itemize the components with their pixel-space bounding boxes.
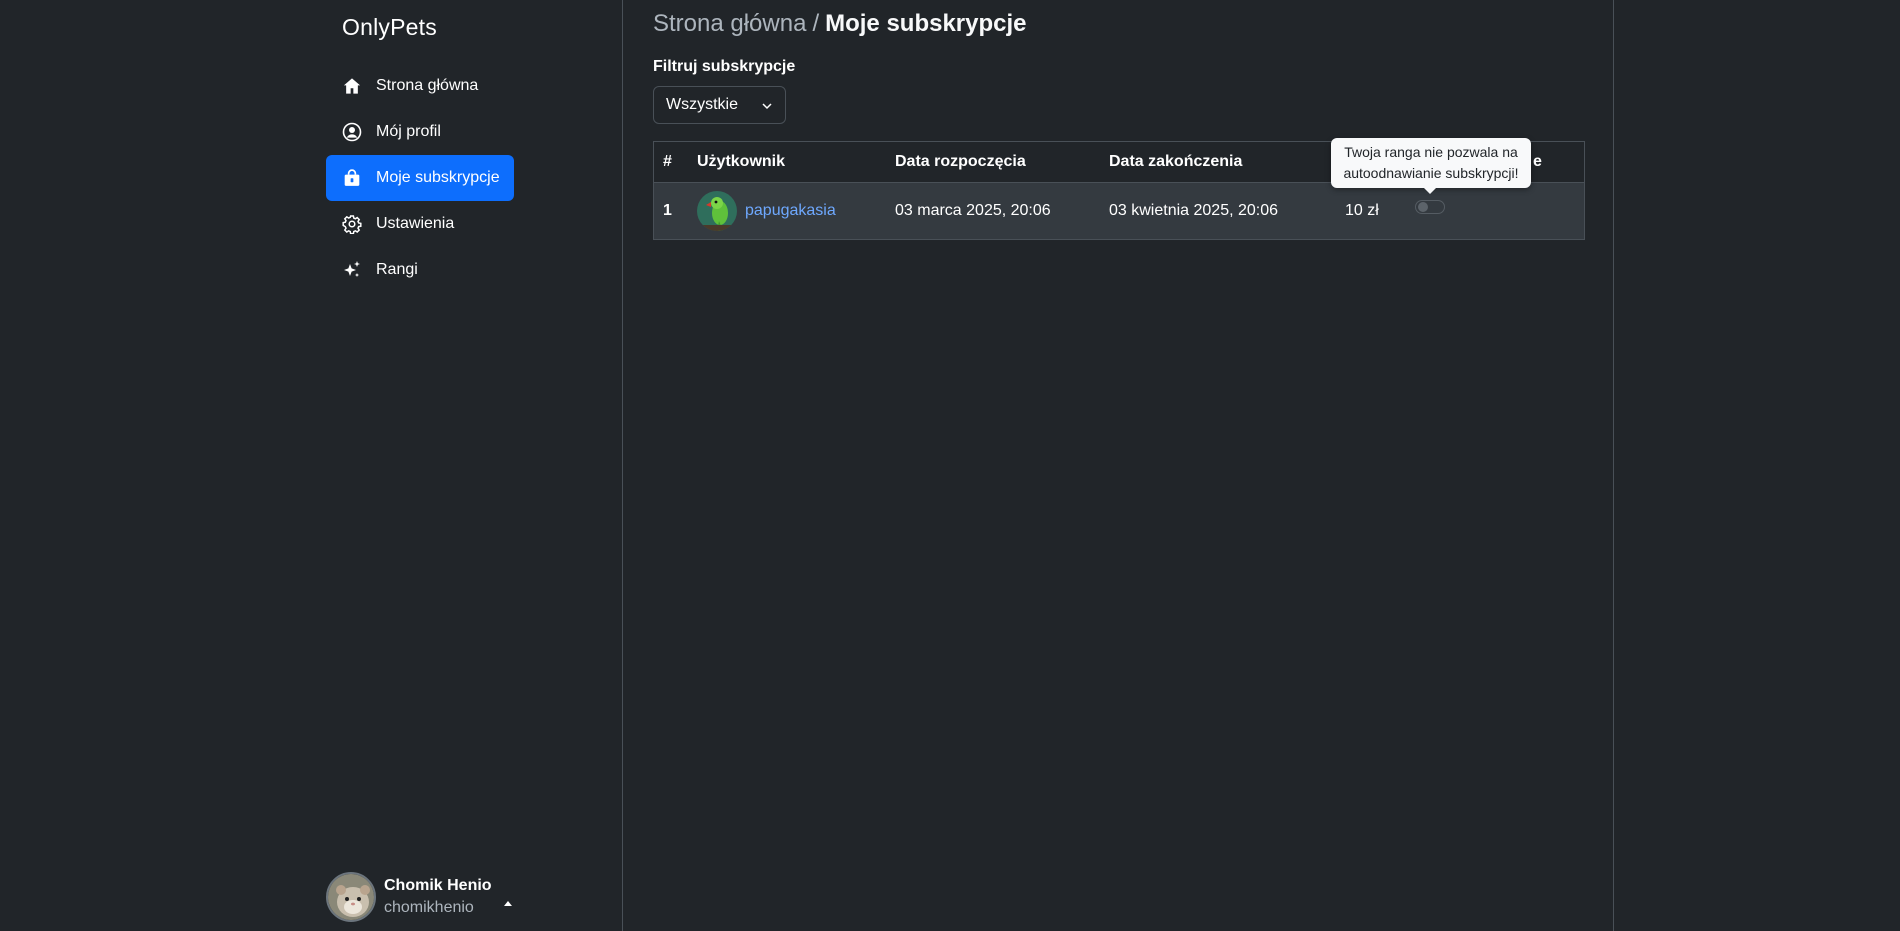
column-header-user: Użytkownik — [688, 142, 886, 183]
caret-up-icon — [503, 900, 512, 906]
user-avatar[interactable] — [697, 190, 737, 231]
chevron-down-icon — [761, 99, 773, 117]
home-icon — [342, 76, 362, 96]
breadcrumb: Strona główna / Moje subskrypcje — [653, 10, 1027, 38]
user-login: chomikhenio — [384, 899, 474, 916]
person-circle-icon — [342, 122, 362, 142]
tooltip-text: Twoja ranga nie pozwala na autoodnawiani… — [1343, 144, 1519, 181]
breadcrumb-home-link[interactable]: Strona główna — [653, 10, 806, 37]
sidebar-item-ranks[interactable]: Rangi — [326, 247, 514, 293]
sidebar-item-home[interactable]: Strona główna — [326, 63, 514, 109]
filter-label: Filtruj subskrypcje — [653, 58, 796, 75]
page-title: Moje subskrypcje — [825, 10, 1027, 37]
user-menu[interactable]: Chomik Henio chomikhenio — [326, 872, 512, 922]
tooltip-arrow — [1424, 188, 1436, 194]
toggle-knob — [1418, 201, 1428, 212]
sidebar: OnlyPets Strona główna Mój profil Moje s… — [311, 0, 623, 931]
sidebar-item-label: Strona główna — [376, 77, 479, 94]
sidebar-item-label: Ustawienia — [376, 215, 455, 232]
column-header-index: # — [654, 142, 688, 183]
brand-logo[interactable]: OnlyPets — [342, 14, 437, 41]
table-row: 1 papugakasia 03 marca 2025, 20:06 03 kw… — [654, 182, 1584, 239]
row-start-date: 03 marca 2025, 20:06 — [886, 182, 1100, 239]
gear-icon — [342, 214, 362, 234]
sidebar-item-label: Mój profil — [376, 123, 441, 140]
sidebar-item-label: Rangi — [376, 261, 418, 278]
row-user-cell: papugakasia — [688, 182, 886, 239]
auto-renew-toggle[interactable] — [1415, 199, 1445, 214]
sidebar-item-subscriptions[interactable]: Moje subskrypcje — [326, 155, 514, 201]
tooltip: Twoja ranga nie pozwala na autoodnawiani… — [1331, 138, 1531, 194]
column-header-start-date: Data rozpoczęcia — [886, 142, 1100, 183]
sparkles-icon — [342, 260, 362, 280]
user-name: Chomik Henio — [384, 877, 492, 894]
sidebar-nav: Strona główna Mój profil Moje subskrypcj… — [326, 63, 514, 293]
row-end-date: 03 kwietnia 2025, 20:06 — [1100, 182, 1336, 239]
user-link[interactable]: papugakasia — [745, 202, 836, 220]
bag-lock-icon — [342, 168, 362, 188]
content-divider — [1613, 0, 1614, 931]
column-header-end-date: Data zakończenia — [1100, 142, 1336, 183]
sidebar-item-label: Moje subskrypcje — [376, 169, 500, 186]
sidebar-item-settings[interactable]: Ustawienia — [326, 201, 514, 247]
filter-select-value: Wszystkie — [666, 96, 738, 113]
filter-select[interactable]: Wszystkie — [653, 86, 786, 124]
avatar — [326, 872, 376, 922]
sidebar-item-profile[interactable]: Mój profil — [326, 109, 514, 155]
row-price: 10 zł — [1336, 182, 1406, 239]
row-index: 1 — [654, 182, 688, 239]
breadcrumb-separator: / — [812, 10, 820, 37]
